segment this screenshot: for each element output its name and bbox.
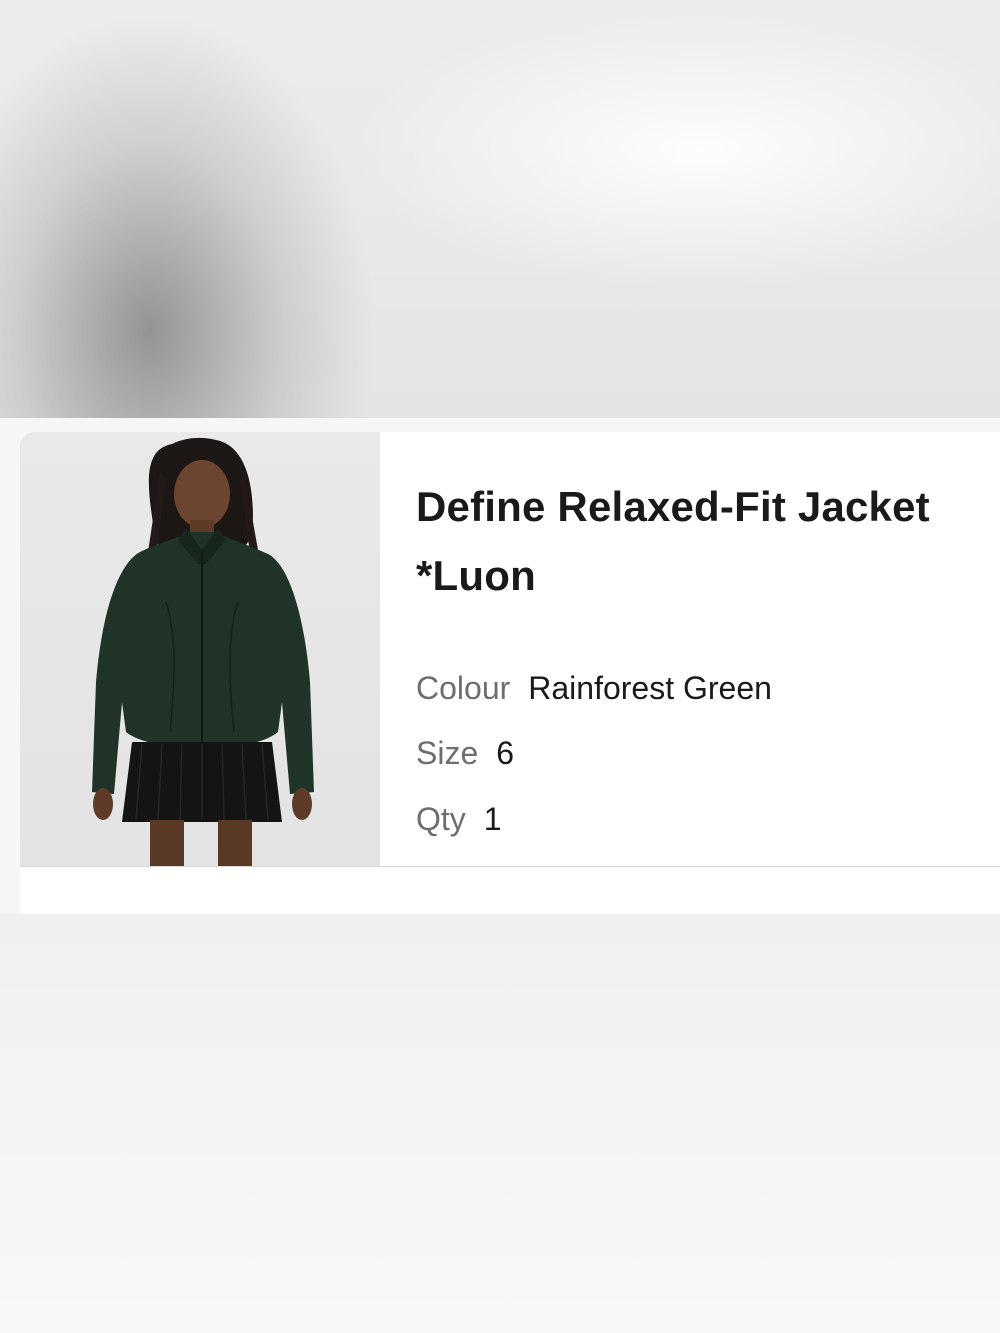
colour-label: Colour	[416, 670, 511, 706]
qty-label: Qty	[416, 801, 466, 837]
size-label: Size	[416, 735, 479, 771]
product-image[interactable]	[20, 432, 380, 866]
cart-item-card: Define Relaxed-Fit Jacket *Luon Colour Ra…	[20, 432, 1000, 914]
colour-value: Rainforest Green	[528, 670, 772, 706]
blurred-background-bottom	[0, 914, 1000, 1333]
colour-attribute: Colour Rainforest Green	[416, 668, 772, 708]
qty-value: 1	[483, 801, 502, 837]
size-value: 6	[496, 735, 515, 771]
model-jacket-illustration	[92, 437, 314, 866]
size-attribute: Size 6	[416, 733, 514, 773]
product-title[interactable]: Define Relaxed-Fit Jacket *Luon	[416, 472, 986, 610]
blurred-background-top	[0, 0, 1000, 418]
item-divider	[20, 866, 1000, 867]
qty-attribute: Qty 1	[416, 799, 502, 839]
